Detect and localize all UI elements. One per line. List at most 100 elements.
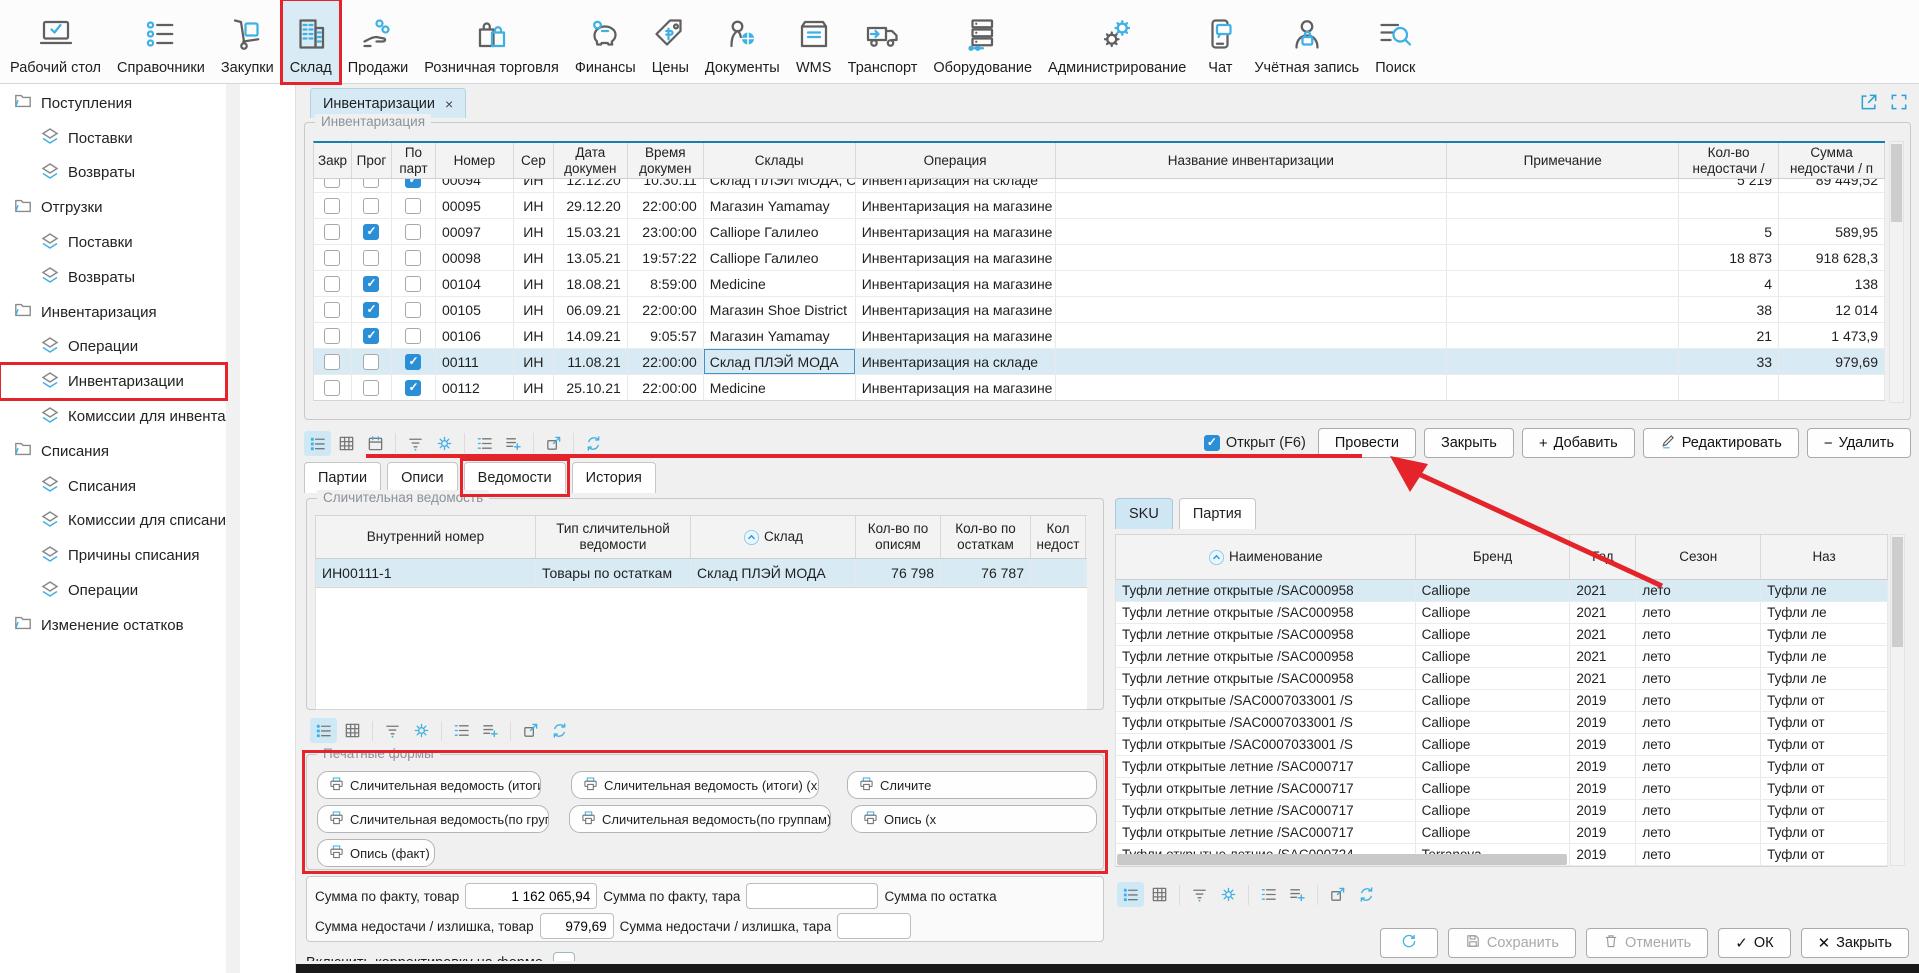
- by-party-checkbox[interactable]: [405, 302, 421, 318]
- table-row-00097[interactable]: 00097ИН15.03.2123:00:00Calliope ГалилеоИ…: [314, 219, 1885, 245]
- footer-button-4[interactable]: ✓ОК: [1718, 928, 1790, 958]
- column-header[interactable]: Примечание: [1447, 143, 1679, 178]
- sidebar-item-16[interactable]: Изменение остатков: [0, 608, 226, 643]
- closed-checkbox[interactable]: [324, 354, 340, 370]
- tab-close-icon[interactable]: ×: [445, 96, 453, 112]
- toolbar-item-4-active[interactable]: Склад: [282, 0, 340, 83]
- footer-button-5[interactable]: ✕Закрыть: [1801, 928, 1909, 958]
- closed-checkbox[interactable]: [324, 224, 340, 240]
- short-goods-input[interactable]: [540, 913, 614, 939]
- table-row-00105[interactable]: 00105ИН06.09.2122:00:00Магазин Shoe Dist…: [314, 297, 1885, 323]
- toolbar-item-12[interactable]: Оборудование: [925, 0, 1040, 83]
- footer-button-2[interactable]: Сохранить: [1448, 928, 1576, 958]
- by-party-checkbox[interactable]: [405, 380, 421, 396]
- print-form-button-6[interactable]: Опись (x: [851, 805, 1097, 833]
- filter-icon[interactable]: [379, 718, 406, 743]
- column-header[interactable]: Датадокумен: [554, 143, 628, 178]
- table-row-00098[interactable]: 00098ИН13.05.2119:57:22Calliope ГалилеоИ…: [314, 245, 1885, 271]
- column-header[interactable]: Бренд: [1416, 535, 1571, 579]
- sidebar-item-13[interactable]: Комиссии для списания товаров: [0, 504, 226, 539]
- column-header[interactable]: Сумманедостачи / п: [1779, 143, 1885, 178]
- by-party-checkbox[interactable]: [405, 276, 421, 292]
- settings-gear-icon[interactable]: [1215, 882, 1242, 907]
- footer-button-1[interactable]: [1380, 928, 1438, 958]
- refresh-loop-icon[interactable]: [546, 718, 573, 743]
- sidebar-item-7[interactable]: Инвентаризация: [0, 295, 226, 330]
- open-external-icon[interactable]: [540, 431, 567, 456]
- toolbar-item-8[interactable]: Цены: [644, 0, 697, 83]
- carried-out-checkbox[interactable]: [363, 354, 379, 370]
- print-form-button-7[interactable]: Опись (факт): [317, 839, 435, 867]
- by-party-checkbox[interactable]: [405, 198, 421, 214]
- sku-row-11[interactable]: Туфли открытые летние /SAC000717Calliope…: [1116, 800, 1888, 822]
- sku-row-10[interactable]: Туфли открытые летние /SAC000717Calliope…: [1116, 778, 1888, 800]
- sku-row-7[interactable]: Туфли открытые /SAC0007033001 /SCalliope…: [1116, 712, 1888, 734]
- column-header[interactable]: Название инвентаризации: [1056, 143, 1448, 178]
- column-header[interactable]: Кол-во поописям: [856, 516, 941, 558]
- toolbar-item-15[interactable]: Учётная запись: [1246, 0, 1367, 83]
- detail-tab-2[interactable]: Описи: [387, 462, 458, 493]
- fullscreen-icon[interactable]: [1889, 92, 1909, 112]
- table-row-00094[interactable]: 00094ИН12.12.2010:30:11Склад ПЛЭЙ МОДА, …: [314, 179, 1885, 193]
- sku-row-2[interactable]: Туфли летние открытые /SAC000958Calliope…: [1116, 602, 1888, 624]
- view-list-icon[interactable]: [310, 718, 337, 743]
- toolbar-item-11[interactable]: Транспорт: [840, 0, 926, 83]
- open-f6-checkbox-box[interactable]: [1204, 435, 1220, 451]
- table-row-00104[interactable]: 00104ИН18.08.218:59:00MedicineИнвентариз…: [314, 271, 1885, 297]
- sku-row-3[interactable]: Туфли летние открытые /SAC000958Calliope…: [1116, 624, 1888, 646]
- sku-row-6[interactable]: Туфли открытые /SAC0007033001 /SCalliope…: [1116, 690, 1888, 712]
- sku-tab-SKU[interactable]: SKU: [1115, 498, 1173, 529]
- toolbar-item-3[interactable]: Закупки: [213, 0, 282, 83]
- carried-out-checkbox[interactable]: [363, 302, 379, 318]
- open-in-window-icon[interactable]: [1859, 92, 1879, 112]
- inventory-table-scrollbar[interactable]: [1889, 141, 1904, 403]
- action-button-1[interactable]: Провести: [1318, 428, 1416, 458]
- column-header[interactable]: Прог: [352, 143, 392, 178]
- carried-out-checkbox[interactable]: [363, 179, 379, 188]
- by-party-checkbox[interactable]: [405, 250, 421, 266]
- add-list-icon[interactable]: [477, 718, 504, 743]
- print-form-button-3[interactable]: Сличите: [847, 771, 1097, 799]
- sku-row-9[interactable]: Туфли открытые летние /SAC000717Calliope…: [1116, 756, 1888, 778]
- toolbar-item-5[interactable]: Продажи: [340, 0, 417, 83]
- carried-out-checkbox[interactable]: [363, 328, 379, 344]
- closed-checkbox[interactable]: [324, 328, 340, 344]
- sku-row-1[interactable]: Туфли летние открытые /SAC000958Calliope…: [1116, 580, 1888, 602]
- closed-checkbox[interactable]: [324, 276, 340, 292]
- sku-table-vscrollbar[interactable]: [1890, 534, 1905, 866]
- column-header[interactable]: Операция: [856, 143, 1056, 178]
- footer-button-3[interactable]: Отменить: [1586, 928, 1708, 958]
- filter-icon[interactable]: [1186, 882, 1213, 907]
- print-form-button-1[interactable]: Сличительная ведомость (итоги): [317, 771, 541, 799]
- sku-row-8[interactable]: Туфли открытые /SAC0007033001 /SCalliope…: [1116, 734, 1888, 756]
- column-header[interactable]: Колнедост: [1031, 516, 1086, 558]
- table-row-00106[interactable]: 00106ИН14.09.219:05:57Магазин YamamayИнв…: [314, 323, 1885, 349]
- toolbar-item-14[interactable]: Чат: [1194, 0, 1246, 83]
- sidebar-item-4[interactable]: Отгрузки: [0, 190, 226, 225]
- sku-row-12[interactable]: Туфли открытые летние /SAC000717Calliope…: [1116, 822, 1888, 844]
- sku-table-hscrollbar[interactable]: [1117, 854, 1567, 865]
- action-button-4[interactable]: Редактировать: [1643, 428, 1799, 458]
- carried-out-checkbox[interactable]: [363, 380, 379, 396]
- column-header[interactable]: Времядокумен: [628, 143, 704, 178]
- sidebar-item-9[interactable]: Инвентаризации: [0, 364, 226, 399]
- column-header[interactable]: Кол-во поостаткам: [941, 516, 1031, 558]
- numbered-list-icon[interactable]: [448, 718, 475, 743]
- filter-icon[interactable]: [402, 431, 429, 456]
- table-row-00095[interactable]: 00095ИН29.12.2022:00:00Магазин YamamayИн…: [314, 193, 1885, 219]
- sku-row-5[interactable]: Туфли летние открытые /SAC000958Calliope…: [1116, 668, 1888, 690]
- print-form-button-4[interactable]: Сличительная ведомость(по группам): [317, 805, 549, 833]
- toolbar-item-7[interactable]: Финансы: [567, 0, 644, 83]
- sku-row-4[interactable]: Туфли летние открытые /SAC000958Calliope…: [1116, 646, 1888, 668]
- numbered-list-icon[interactable]: [1255, 882, 1282, 907]
- toolbar-item-13[interactable]: Администрирование: [1040, 0, 1194, 83]
- print-form-button-2[interactable]: Сличительная ведомость (итоги) (xls): [571, 771, 819, 799]
- statement-row-ИН00111-1[interactable]: ИН00111-1Товары по остаткамСклад ПЛЭЙ МО…: [316, 559, 1087, 587]
- closed-checkbox[interactable]: [324, 302, 340, 318]
- numbered-list-icon[interactable]: [471, 431, 498, 456]
- settings-gear-icon[interactable]: [408, 718, 435, 743]
- column-header[interactable]: Сезон: [1636, 535, 1761, 579]
- detail-tab-1[interactable]: Партии: [304, 462, 381, 493]
- toolbar-item-2[interactable]: Справочники: [109, 0, 213, 83]
- by-party-checkbox[interactable]: [405, 354, 421, 370]
